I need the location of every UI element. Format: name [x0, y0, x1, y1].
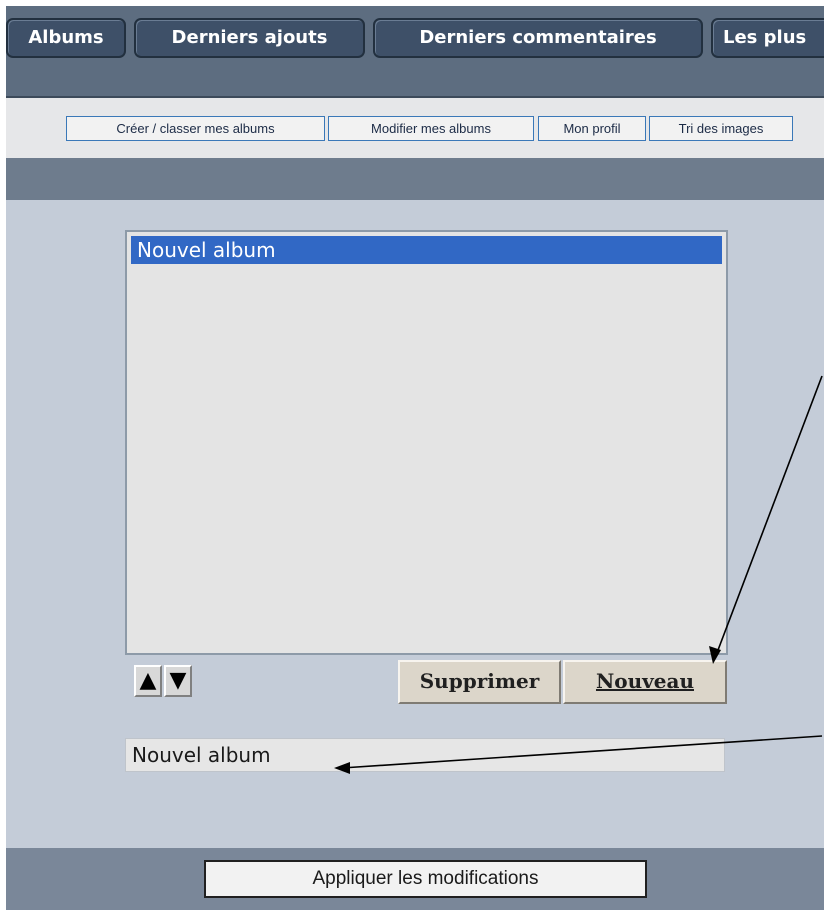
- tab-albums[interactable]: Albums: [6, 18, 126, 58]
- tab-derniers-ajouts[interactable]: Derniers ajouts: [134, 18, 365, 58]
- triangle-up-icon: ▲: [139, 668, 157, 693]
- section-divider: [6, 158, 824, 200]
- move-up-button[interactable]: ▲: [134, 665, 162, 697]
- album-listbox[interactable]: Nouvel album: [125, 230, 728, 655]
- delete-button[interactable]: Supprimer: [398, 660, 561, 704]
- triangle-down-icon: ▼: [169, 668, 187, 693]
- tab-derniers-commentaires[interactable]: Derniers commentaires: [373, 18, 703, 58]
- sublink-tri-images[interactable]: Tri des images: [649, 116, 793, 141]
- list-item[interactable]: Nouvel album: [131, 236, 722, 264]
- move-down-button[interactable]: ▼: [164, 665, 192, 697]
- sublink-creer-classer[interactable]: Créer / classer mes albums: [66, 116, 325, 141]
- sublink-modifier-albums[interactable]: Modifier mes albums: [328, 116, 534, 141]
- new-button[interactable]: Nouveau: [563, 660, 727, 704]
- album-name-field[interactable]: Nouvel album: [125, 738, 725, 772]
- sublink-mon-profil[interactable]: Mon profil: [538, 116, 646, 141]
- tab-les-plus[interactable]: Les plus: [711, 18, 824, 58]
- apply-changes-button[interactable]: Appliquer les modifications: [204, 860, 647, 898]
